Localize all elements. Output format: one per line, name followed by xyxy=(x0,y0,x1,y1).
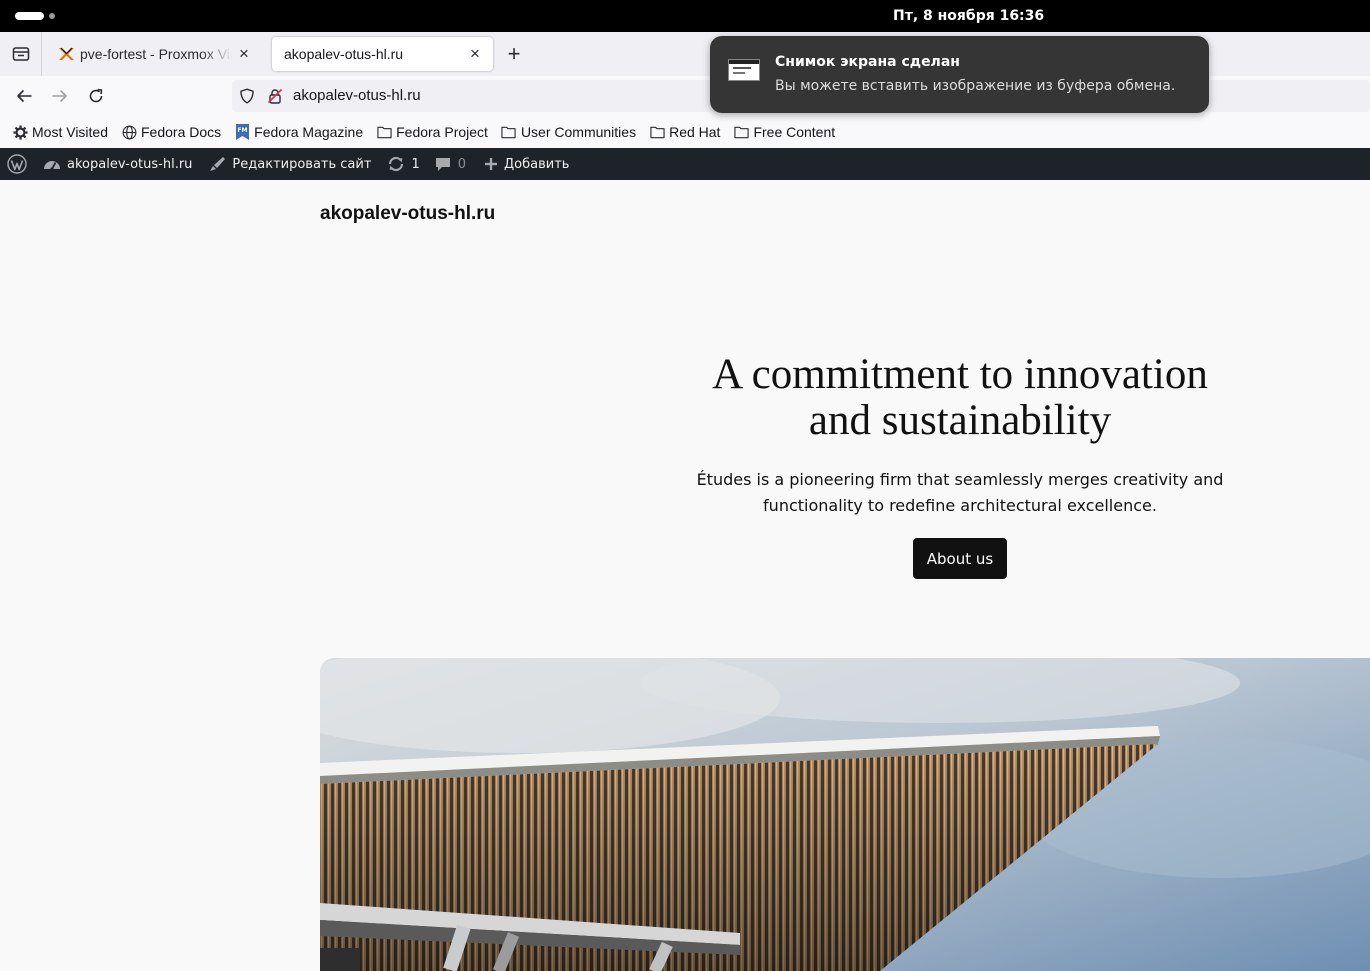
bookmarks-toolbar: Most Visited Fedora Docs FM Fedora Magaz… xyxy=(0,116,1370,148)
fedora-magazine-icon: FM xyxy=(234,124,250,140)
tracking-protection-shield-icon[interactable] xyxy=(239,88,255,104)
bookmark-label: Most Visited xyxy=(32,124,108,140)
bookmark-user-communities[interactable]: User Communities xyxy=(501,124,636,140)
back-button[interactable] xyxy=(12,84,36,108)
activities-indicator[interactable] xyxy=(15,12,44,20)
gear-icon xyxy=(12,124,28,140)
folder-icon xyxy=(733,124,749,140)
wp-comments-count: 0 xyxy=(457,156,466,172)
new-tab-button[interactable]: + xyxy=(502,41,526,66)
comment-bubble-icon xyxy=(434,156,452,172)
tab-label: akopalev-otus-hl.ru xyxy=(284,46,404,62)
screenshot-thumbnail-icon xyxy=(728,59,760,81)
wp-add-new-label: Добавить xyxy=(504,156,570,172)
tab-close-button[interactable]: × xyxy=(463,42,487,66)
bookmark-red-hat[interactable]: Red Hat xyxy=(649,124,720,140)
bookmark-fedora-docs[interactable]: Fedora Docs xyxy=(121,124,221,140)
tab-proxmox[interactable]: pve-fortest - Proxmox Virtual Environmen… xyxy=(48,37,262,71)
wp-site-name-menu[interactable]: akopalev-otus-hl.ru xyxy=(43,148,192,180)
bookmark-most-visited[interactable]: Most Visited xyxy=(12,124,108,140)
svg-text:FM: FM xyxy=(237,127,247,134)
globe-icon xyxy=(121,124,137,140)
tab-close-button[interactable]: × xyxy=(232,42,256,66)
hero-description: Études is a pioneering firm that seamles… xyxy=(696,470,1224,515)
dashboard-icon xyxy=(43,156,61,172)
bookmark-fedora-project[interactable]: Fedora Project xyxy=(376,124,488,140)
bookmark-label: Fedora Docs xyxy=(141,124,222,140)
wp-updates[interactable]: 1 xyxy=(387,148,420,180)
notification-body: Вы можете вставить изображение из буфера… xyxy=(775,78,1176,94)
wp-admin-bar: akopalev-otus-hl.ru Редактировать сайт 1 xyxy=(0,148,1370,180)
bookmark-label: Fedora Magazine xyxy=(254,124,364,140)
bookmark-label: Red Hat xyxy=(669,124,721,140)
bookmark-free-content[interactable]: Free Content xyxy=(733,124,835,140)
about-us-button[interactable]: About us xyxy=(913,538,1007,579)
plus-icon xyxy=(484,157,498,171)
updates-refresh-icon xyxy=(387,156,405,172)
wp-add-new[interactable]: Добавить xyxy=(484,148,569,180)
wp-comments[interactable]: 0 xyxy=(434,148,466,180)
folder-icon xyxy=(501,124,517,140)
wp-updates-count: 1 xyxy=(411,156,420,172)
bookmark-label: User Communities xyxy=(520,124,637,140)
hero-heading: A commitment to innovation and sustainab… xyxy=(712,351,1208,444)
hero-architecture-image xyxy=(320,658,1370,971)
tab-overview-button[interactable] xyxy=(0,32,42,76)
site-title[interactable]: akopalev-otus-hl.ru xyxy=(320,203,495,225)
folder-icon xyxy=(376,124,392,140)
reload-icon xyxy=(89,88,103,103)
wp-logo-menu[interactable] xyxy=(7,148,27,180)
tab-label: pve-fortest - Proxmox Virtual Environmen… xyxy=(80,46,232,62)
tab-akopalev-active[interactable]: akopalev-otus-hl.ru × xyxy=(272,37,493,71)
bookmark-fedora-magazine[interactable]: FM Fedora Magazine xyxy=(234,124,363,140)
reload-button[interactable] xyxy=(84,84,108,108)
wp-edit-site-label: Редактировать сайт xyxy=(232,156,372,172)
forward-arrow-icon xyxy=(52,90,67,102)
back-arrow-icon xyxy=(17,90,32,102)
wp-site-name: akopalev-otus-hl.ru xyxy=(67,156,193,172)
workspace-indicator[interactable] xyxy=(49,13,55,19)
insecure-lock-icon[interactable] xyxy=(267,88,283,104)
folder-icon xyxy=(649,124,665,140)
system-top-bar: Пт, 8 ноября 16:36 xyxy=(0,0,1370,32)
system-clock[interactable]: Пт, 8 ноября 16:36 xyxy=(893,0,1044,32)
firefox-view-icon xyxy=(12,47,29,61)
edit-brush-icon xyxy=(208,156,226,172)
url-text[interactable]: akopalev-otus-hl.ru xyxy=(293,80,421,112)
forward-button[interactable] xyxy=(48,84,72,108)
proxmox-icon xyxy=(58,46,74,62)
screenshot-notification[interactable]: Снимок экрана сделан Вы можете вставить … xyxy=(710,36,1209,113)
bookmark-label: Free Content xyxy=(753,124,836,140)
bookmark-label: Fedora Project xyxy=(396,124,488,140)
notification-title: Снимок экрана сделан xyxy=(775,54,960,70)
wp-edit-site[interactable]: Редактировать сайт xyxy=(208,148,371,180)
wordpress-logo-icon xyxy=(7,154,27,174)
